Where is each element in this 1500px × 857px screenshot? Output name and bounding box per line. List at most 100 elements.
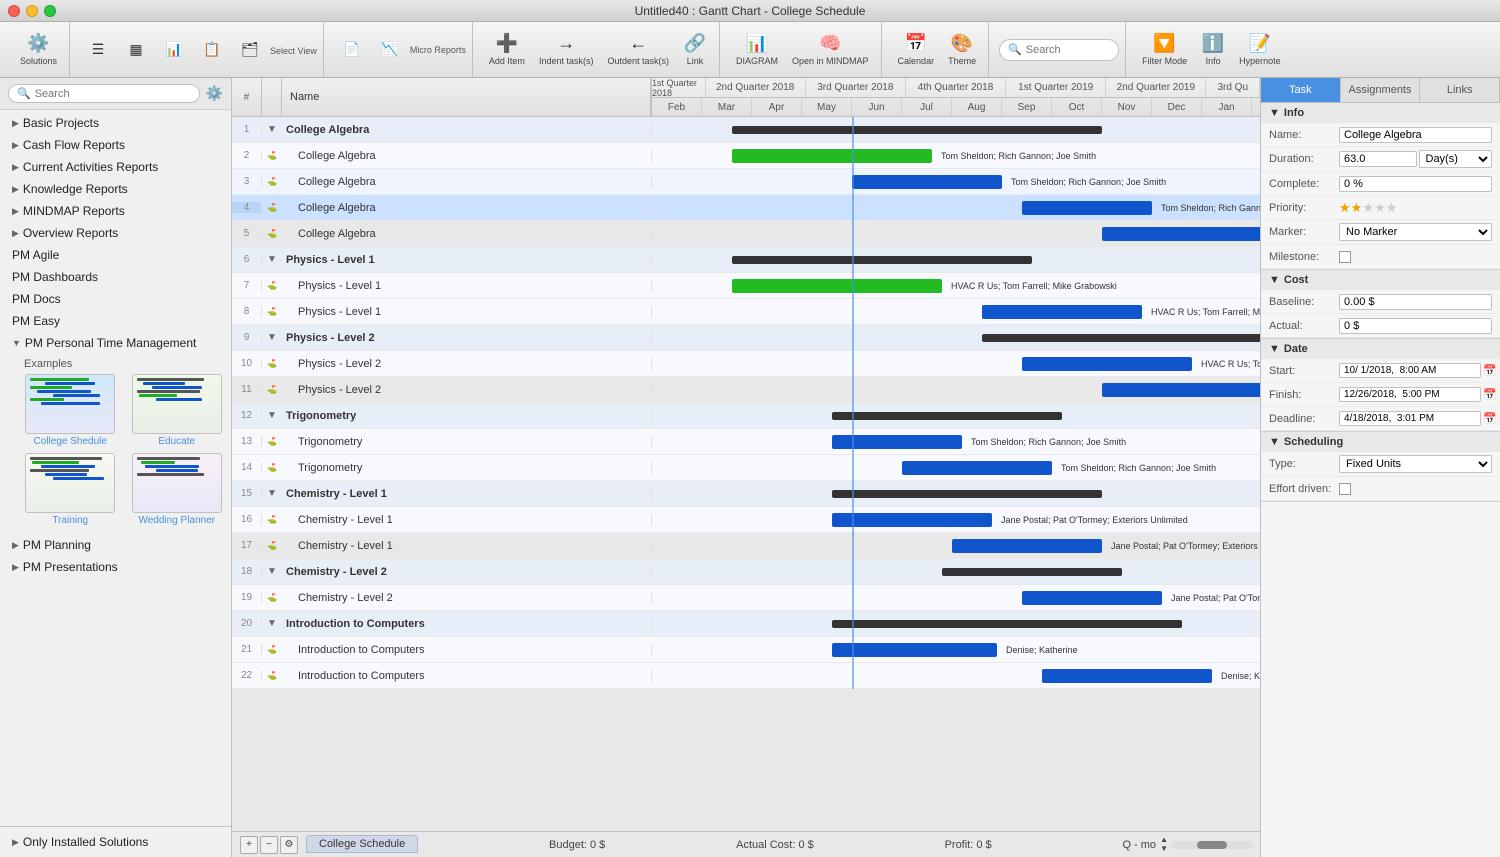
tab-assignments[interactable]: Assignments [1341, 78, 1421, 102]
sidebar-item-current-activities[interactable]: ▶ Current Activities Reports [0, 156, 231, 178]
table-row[interactable]: 7 ⛳ Physics - Level 1 [232, 273, 652, 299]
view-btn-2[interactable]: ▦ [118, 28, 154, 72]
sidebar-item-pm-easy[interactable]: PM Easy [0, 310, 231, 332]
sidebar-search-input[interactable] [35, 88, 191, 100]
diagram-button[interactable]: 📊 DIAGRAM [730, 28, 784, 72]
row-expand-icon[interactable]: ▼ [262, 488, 282, 499]
row-expand-icon[interactable]: ▼ [262, 332, 282, 343]
table-row[interactable]: 3 ⛳ College Algebra [232, 169, 652, 195]
priority-stars[interactable]: ★★★★★ [1339, 200, 1492, 216]
info-button[interactable]: ℹ️ Info [1195, 28, 1231, 72]
table-row[interactable]: 5 ⛳ College Algebra [232, 221, 652, 247]
name-field[interactable] [1339, 127, 1492, 143]
table-row[interactable]: 22 ⛳ Introduction to Computers [232, 663, 652, 689]
sidebar-item-mindmap[interactable]: ▶ MINDMAP Reports [0, 200, 231, 222]
cost-section-header[interactable]: ▼ Cost [1261, 270, 1500, 290]
tab-links[interactable]: Links [1420, 78, 1500, 102]
sidebar-item-knowledge[interactable]: ▶ Knowledge Reports [0, 178, 231, 200]
sidebar-item-pm-planning[interactable]: ▶ PM Planning [0, 534, 231, 556]
table-row[interactable]: 1 ▼ College Algebra [232, 117, 652, 143]
sidebar-item-pm-docs[interactable]: PM Docs [0, 288, 231, 310]
schedule-tab[interactable]: College Schedule [306, 835, 418, 853]
gantt-bar-13[interactable] [832, 435, 962, 449]
finish-field[interactable] [1339, 387, 1481, 402]
gantt-bar-summary-9[interactable] [982, 334, 1260, 342]
table-row[interactable]: 10 ⛳ Physics - Level 2 [232, 351, 652, 377]
view-btn-5[interactable]: 🗂 [232, 28, 268, 72]
solutions-button[interactable]: ⚙️ Solutions [14, 28, 63, 72]
mindmap-button[interactable]: 🧠 Open in MINDMAP [786, 28, 875, 72]
sidebar-item-basic-projects[interactable]: ▶ Basic Projects [0, 112, 231, 134]
duration-unit-select[interactable]: Day(s) [1419, 150, 1493, 168]
search-toolbar-input[interactable] [1026, 44, 1116, 56]
sidebar-item-pm-presentations[interactable]: ▶ PM Presentations [0, 556, 231, 578]
sidebar-search-box[interactable]: 🔍 [8, 84, 200, 103]
deadline-calendar-icon[interactable]: 📅 [1483, 412, 1497, 425]
zoom-up-icon[interactable]: ▲ [1160, 836, 1168, 844]
theme-button[interactable]: 🎨 Theme [942, 28, 982, 72]
zoom-slider-thumb[interactable] [1197, 841, 1227, 849]
sidebar-item-only-installed[interactable]: ▶ Only Installed Solutions [0, 831, 231, 853]
sidebar-filter-icon[interactable]: ⚙️ [206, 85, 223, 102]
example-wedding-planner[interactable]: Wedding Planner [127, 453, 228, 526]
start-field[interactable] [1339, 363, 1481, 378]
window-controls[interactable] [8, 5, 56, 17]
gantt-bar-17[interactable] [952, 539, 1102, 553]
start-calendar-icon[interactable]: 📅 [1483, 364, 1497, 377]
gantt-bar-5[interactable] [1102, 227, 1260, 241]
sidebar-item-cash-flow[interactable]: ▶ Cash Flow Reports [0, 134, 231, 156]
remove-row-button[interactable]: − [260, 836, 278, 854]
row-expand-icon[interactable]: ▼ [262, 410, 282, 421]
gantt-bar-summary-6[interactable] [732, 256, 1032, 264]
sidebar-item-pm-agile[interactable]: PM Agile [0, 244, 231, 266]
zoom-down-icon[interactable]: ▼ [1160, 845, 1168, 853]
table-row[interactable]: 17 ⛳ Chemistry - Level 1 [232, 533, 652, 559]
micro-report-2[interactable]: 📉 [372, 28, 408, 72]
table-row[interactable]: 16 ⛳ Chemistry - Level 1 [232, 507, 652, 533]
add-item-button[interactable]: ➕ Add Item [483, 28, 531, 72]
gantt-bar-10[interactable] [1022, 357, 1192, 371]
table-row[interactable]: 21 ⛳ Introduction to Computers [232, 637, 652, 663]
actual-cost-field[interactable] [1339, 318, 1492, 334]
hypernote-button[interactable]: 📝 Hypernote [1233, 28, 1287, 72]
table-row[interactable]: 20 ▼ Introduction to Computers [232, 611, 652, 637]
outdent-button[interactable]: ← Outdent task(s) [601, 28, 675, 72]
row-expand-icon[interactable]: ▼ [262, 124, 282, 135]
settings-button[interactable]: ⚙ [280, 836, 298, 854]
add-row-button[interactable]: + [240, 836, 258, 854]
indent-button[interactable]: → Indent task(s) [533, 28, 600, 72]
effort-driven-checkbox[interactable] [1339, 483, 1351, 495]
tab-task[interactable]: Task [1261, 78, 1341, 102]
table-row[interactable]: 19 ⛳ Chemistry - Level 2 [232, 585, 652, 611]
table-row[interactable]: 13 ⛳ Trigonometry [232, 429, 652, 455]
gantt-bar-8[interactable] [982, 305, 1142, 319]
table-row[interactable]: 15 ▼ Chemistry - Level 1 [232, 481, 652, 507]
gantt-bar-19[interactable] [1022, 591, 1162, 605]
example-college-schedule[interactable]: College Shedule [20, 374, 121, 447]
row-expand-icon[interactable]: ▼ [262, 618, 282, 629]
maximize-button[interactable] [44, 5, 56, 17]
marker-select[interactable]: No Marker [1339, 223, 1492, 241]
table-row[interactable]: 9 ▼ Physics - Level 2 [232, 325, 652, 351]
filter-mode-button[interactable]: 🔽 Filter Mode [1136, 28, 1193, 72]
link-button[interactable]: 🔗 Link [677, 28, 713, 72]
gantt-bar-4[interactable] [1022, 201, 1152, 215]
gantt-bar-16[interactable] [832, 513, 992, 527]
info-section-header[interactable]: ▼ Info [1261, 103, 1500, 123]
minimize-button[interactable] [26, 5, 38, 17]
date-section-header[interactable]: ▼ Date [1261, 339, 1500, 359]
gantt-bar-7[interactable] [732, 279, 942, 293]
baseline-field[interactable] [1339, 294, 1492, 310]
view-btn-3[interactable]: 📊 [156, 28, 192, 72]
sidebar-item-overview[interactable]: ▶ Overview Reports [0, 222, 231, 244]
gantt-bar-22[interactable] [1042, 669, 1212, 683]
micro-report-1[interactable]: 📄 [334, 28, 370, 72]
gantt-bar-summary-20[interactable] [832, 620, 1182, 628]
row-expand-icon[interactable]: ▼ [262, 566, 282, 577]
table-row[interactable]: 14 ⛳ Trigonometry [232, 455, 652, 481]
view-btn-4[interactable]: 📋 [194, 28, 230, 72]
gantt-bar-summary-18[interactable] [942, 568, 1122, 576]
table-row[interactable]: 6 ▼ Physics - Level 1 [232, 247, 652, 273]
table-row[interactable]: 2 ⛳ College Algebra [232, 143, 652, 169]
example-training[interactable]: Training [20, 453, 121, 526]
